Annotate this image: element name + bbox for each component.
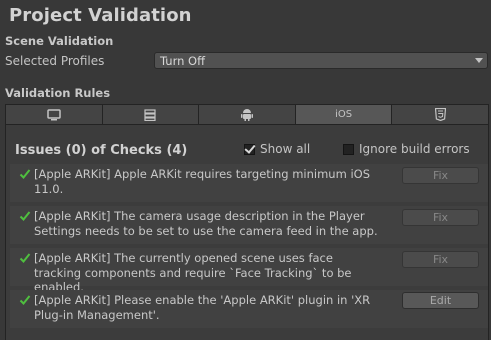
list-item: [Apple ARKit] The camera usage descripti… <box>10 206 488 244</box>
desktop-icon <box>47 108 61 120</box>
issue-message: [Apple ARKit] The currently opened scene… <box>34 251 352 294</box>
issue-message: [Apple ARKit] Please enable the 'Apple A… <box>34 293 371 322</box>
issues-summary: Issues (0) of Checks (4) <box>15 143 188 158</box>
selected-profiles-dropdown[interactable]: Turn Off <box>154 52 488 69</box>
list-item: [Apple ARKit] Please enable the 'Apple A… <box>10 290 488 328</box>
html5-icon <box>434 108 446 121</box>
ignore-build-errors-toggle[interactable]: Ignore build errors <box>343 142 470 156</box>
fix-button[interactable]: Fix <box>402 251 479 268</box>
selected-profiles-value: Turn Off <box>160 54 206 68</box>
fix-button[interactable]: Fix <box>402 167 479 184</box>
issue-message: [Apple ARKit] Apple ARKit requires targe… <box>34 167 370 196</box>
show-all-toggle[interactable]: Show all <box>244 142 310 156</box>
platform-tab-bar: iOS <box>5 104 489 125</box>
server-icon <box>144 108 156 121</box>
ignore-build-errors-checkbox[interactable] <box>343 143 354 155</box>
selected-profiles-label: Selected Profiles <box>5 54 105 68</box>
show-all-label: Show all <box>260 142 311 156</box>
tab-server[interactable] <box>102 105 200 124</box>
show-all-checkbox[interactable] <box>244 143 255 155</box>
ignore-build-errors-label: Ignore build errors <box>359 142 470 156</box>
scene-validation-heading: Scene Validation <box>5 34 114 48</box>
list-item: [Apple ARKit] The currently opened scene… <box>10 248 488 294</box>
window-title: Project Validation <box>9 5 192 26</box>
tab-webgl[interactable] <box>392 105 488 124</box>
fix-button[interactable]: Fix <box>402 209 479 226</box>
tab-ios[interactable]: iOS <box>295 105 393 124</box>
chevron-down-icon <box>475 58 483 63</box>
android-icon <box>240 109 253 121</box>
tab-android[interactable] <box>199 105 296 124</box>
edit-button[interactable]: Edit <box>402 292 479 309</box>
tab-standalone[interactable] <box>6 105 103 124</box>
checkmark-icon <box>19 295 31 305</box>
validation-rules-heading: Validation Rules <box>5 86 111 100</box>
checkmark-icon <box>19 253 31 263</box>
checkmark-icon <box>19 169 31 179</box>
checkmark-icon <box>19 211 31 221</box>
issue-message: [Apple ARKit] The camera usage descripti… <box>34 209 378 238</box>
tab-ios-label: iOS <box>335 109 353 120</box>
list-item: [Apple ARKit] Apple ARKit requires targe… <box>10 164 488 202</box>
